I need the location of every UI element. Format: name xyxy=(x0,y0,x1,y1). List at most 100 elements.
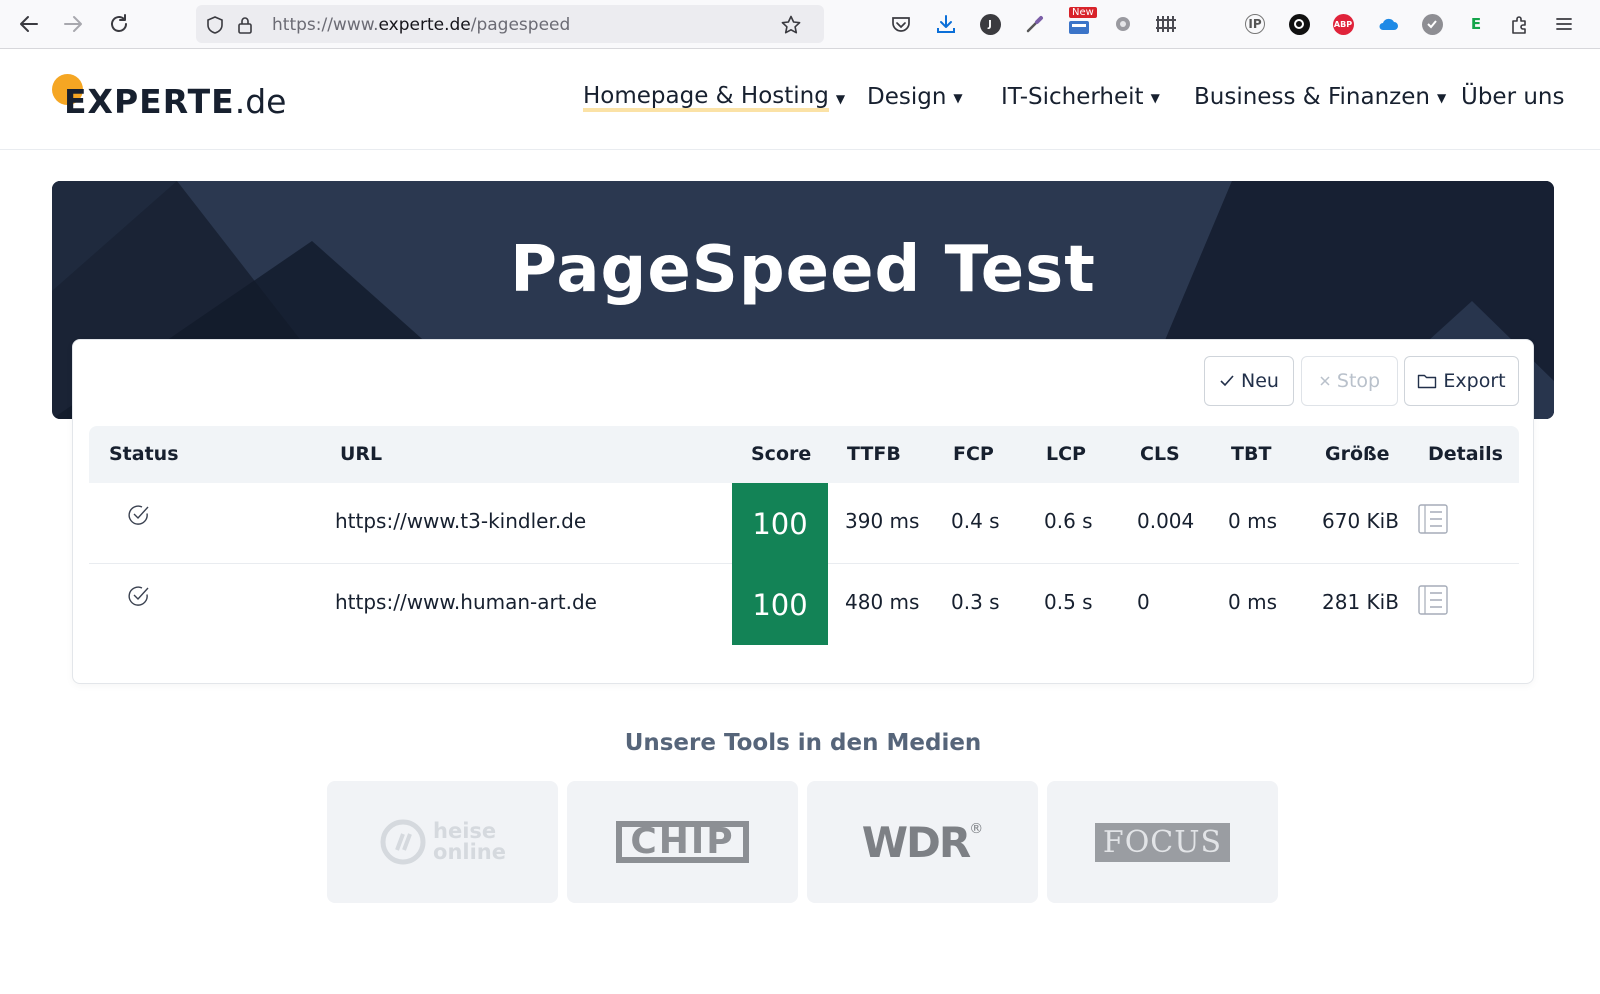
browser-toolbar: https://www.experte.de/pagespeed J New I… xyxy=(0,0,1600,49)
caret-down-icon: ▼ xyxy=(1436,91,1447,105)
folder-icon xyxy=(1418,374,1437,389)
check-icon xyxy=(1220,375,1234,387)
header-fcp[interactable]: FCP xyxy=(953,443,994,465)
header-tbt[interactable]: TBT xyxy=(1231,443,1271,465)
ip-extension-icon[interactable]: IP xyxy=(1242,11,1268,37)
url-prefix: https://www. xyxy=(272,15,379,35)
site-header: EXPERTE.de Homepage & Hosting ▼ Design ▼ I… xyxy=(0,50,1600,150)
pocket-icon[interactable] xyxy=(888,11,914,37)
wdr-logo-text: WDR xyxy=(861,817,972,867)
download-icon[interactable] xyxy=(933,11,959,37)
header-status[interactable]: Status xyxy=(109,443,179,465)
media-logo-chip: CHIP xyxy=(567,781,798,903)
forward-icon[interactable] xyxy=(60,11,86,37)
nav-label: Business & Finanzen xyxy=(1194,84,1430,110)
header-score[interactable]: Score xyxy=(751,443,811,465)
page-title: PageSpeed Test xyxy=(510,233,1096,307)
url-host: experte.de xyxy=(378,15,471,35)
size-cell: 670 KiB xyxy=(1322,509,1399,533)
eyedropper-icon[interactable] xyxy=(1022,11,1048,37)
caret-down-icon: ▼ xyxy=(835,92,846,106)
cls-cell: 0 xyxy=(1137,590,1150,614)
e-circle-extension-icon[interactable] xyxy=(1286,11,1312,37)
logo-text: EXPERTE.de xyxy=(64,82,286,121)
heise-logo-line1: heise xyxy=(433,819,497,843)
menu-icon[interactable] xyxy=(1551,11,1577,37)
nav-business-finanzen[interactable]: Business & Finanzen ▼ xyxy=(1194,84,1446,110)
chip-logo-text: CHIP xyxy=(616,821,749,863)
url-text[interactable]: https://www.experte.de/pagespeed xyxy=(272,15,570,35)
gear-extension-icon[interactable] xyxy=(1110,11,1136,37)
e-green-extension-label: E xyxy=(1470,15,1482,33)
focus-logo-text: FOCUS xyxy=(1094,822,1231,862)
caret-down-icon: ▼ xyxy=(1150,91,1160,105)
score-badge: 100 xyxy=(732,483,828,564)
nav-label: Über uns xyxy=(1461,84,1565,110)
media-section-title: Unsere Tools in den Medien xyxy=(624,730,982,756)
address-bar[interactable]: https://www.experte.de/pagespeed xyxy=(196,5,824,43)
new-button[interactable]: Neu xyxy=(1204,356,1294,406)
tbt-cell: 0 ms xyxy=(1228,590,1277,614)
table-header: Status URL Score TTFB FCP LCP CLS TBT Gr… xyxy=(89,426,1519,483)
table-row: https://www.human-art.de 100 480 ms 0.3 … xyxy=(89,564,1519,645)
fcp-cell: 0.4 s xyxy=(951,509,1000,533)
header-url[interactable]: URL xyxy=(340,443,382,465)
status-check-icon xyxy=(128,505,149,525)
fcp-cell: 0.3 s xyxy=(951,590,1000,614)
adblock-plus-icon[interactable]: ABP xyxy=(1330,11,1356,37)
header-ttfb[interactable]: TTFB xyxy=(847,443,901,465)
ip-extension-label: IP xyxy=(1245,14,1265,34)
logo-main: EXPERTE xyxy=(64,82,235,121)
nav-homepage-hosting[interactable]: Homepage & Hosting ▼ xyxy=(583,84,845,112)
stop-button[interactable]: Stop xyxy=(1301,356,1398,406)
export-button-label: Export xyxy=(1443,370,1506,392)
puzzle-extensions-icon[interactable] xyxy=(1507,11,1533,37)
caret-down-icon: ▼ xyxy=(953,91,963,105)
tbt-cell: 0 ms xyxy=(1228,509,1277,533)
header-size[interactable]: Größe xyxy=(1325,443,1390,465)
new-badge-label: New xyxy=(1069,7,1097,18)
url-path: /pagespeed xyxy=(470,15,571,35)
j-extension-label: J xyxy=(979,13,1001,35)
nav-it-sicherheit[interactable]: IT-Sicherheit ▼ xyxy=(1001,84,1160,110)
shield-icon[interactable] xyxy=(204,14,226,36)
new-badge-extension-icon[interactable]: New xyxy=(1066,7,1097,37)
nav-label: IT-Sicherheit xyxy=(1001,84,1144,110)
heise-logo-icon xyxy=(380,819,426,865)
nav-label: Design xyxy=(867,84,947,110)
grid-extension-icon[interactable] xyxy=(1154,11,1180,37)
reload-icon[interactable] xyxy=(106,11,132,37)
results-card: Neu Stop Export Status URL Score TTFB FC… xyxy=(72,339,1534,684)
new-button-label: Neu xyxy=(1241,370,1279,392)
export-button[interactable]: Export xyxy=(1404,356,1519,406)
lcp-cell: 0.6 s xyxy=(1044,509,1093,533)
details-list-icon[interactable] xyxy=(1417,584,1449,616)
nav-design[interactable]: Design ▼ xyxy=(867,84,963,110)
details-list-icon[interactable] xyxy=(1417,503,1449,535)
table-row: https://www.t3-kindler.de 100 390 ms 0.4… xyxy=(89,483,1519,564)
lcp-cell: 0.5 s xyxy=(1044,590,1093,614)
e-green-extension-icon[interactable]: E xyxy=(1463,11,1489,37)
cls-cell: 0.004 xyxy=(1137,509,1195,533)
heise-logo-line2: online xyxy=(433,840,506,864)
ttfb-cell: 390 ms xyxy=(845,509,920,533)
nav-ueber-uns[interactable]: Über uns xyxy=(1461,84,1565,110)
j-extension-icon[interactable]: J xyxy=(977,11,1003,37)
header-cls[interactable]: CLS xyxy=(1140,443,1180,465)
header-lcp[interactable]: LCP xyxy=(1046,443,1086,465)
header-details[interactable]: Details xyxy=(1428,443,1503,465)
check-extension-icon[interactable] xyxy=(1419,11,1445,37)
url-cell[interactable]: https://www.human-art.de xyxy=(335,590,597,614)
ttfb-cell: 480 ms xyxy=(845,590,920,614)
back-icon[interactable] xyxy=(16,11,42,37)
experte-logo[interactable]: EXPERTE.de xyxy=(52,72,286,122)
url-cell[interactable]: https://www.t3-kindler.de xyxy=(335,509,586,533)
media-logo-focus: FOCUS xyxy=(1047,781,1278,903)
media-logo-wdr: WDR ® xyxy=(807,781,1038,903)
lock-icon[interactable] xyxy=(234,14,256,36)
stop-button-label: Stop xyxy=(1336,370,1381,392)
status-check-icon xyxy=(128,586,149,606)
cloud-extension-icon[interactable] xyxy=(1375,11,1401,37)
bookmark-star-icon[interactable] xyxy=(780,14,802,36)
size-cell: 281 KiB xyxy=(1322,590,1399,614)
